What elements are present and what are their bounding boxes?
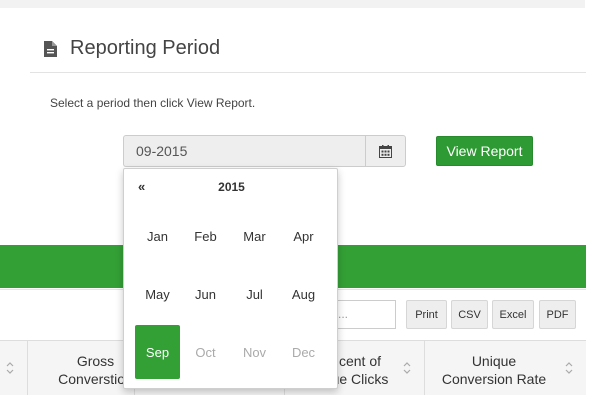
picker-year: 2015: [218, 180, 245, 194]
month-option-mar[interactable]: Mar: [232, 209, 277, 263]
sort-icon[interactable]: [403, 361, 411, 375]
table-column-header[interactable]: Unique Conversion Rate: [425, 341, 586, 395]
search-input[interactable]: ...: [330, 300, 396, 329]
month-option-dec: Dec: [291, 344, 316, 360]
print-button[interactable]: Print: [406, 300, 447, 329]
section-header: Reporting Period: [30, 30, 586, 73]
month-option-may[interactable]: May: [135, 267, 180, 321]
column-title-line: Unique: [471, 353, 517, 369]
pdf-button[interactable]: PDF: [539, 300, 576, 329]
calendar-button[interactable]: [365, 135, 406, 167]
month-option-apr[interactable]: Apr: [281, 209, 326, 263]
month-option-aug[interactable]: Aug: [281, 267, 326, 321]
document-icon: [44, 41, 57, 57]
page-title: Reporting Period: [70, 37, 221, 59]
sort-icon[interactable]: [565, 361, 573, 375]
month-option-oct: Oct: [195, 344, 216, 360]
top-strip: [0, 0, 609, 8]
view-report-button[interactable]: View Report: [436, 136, 533, 166]
month-option-jan[interactable]: Jan: [135, 209, 180, 263]
calendar-icon: [379, 145, 392, 158]
month-option-sep[interactable]: Sep: [135, 325, 180, 379]
excel-button[interactable]: Excel: [492, 300, 534, 329]
period-input[interactable]: 09-2015: [123, 135, 366, 167]
month-picker-dropdown: 2015 « Jan Feb Mar Apr May Jun Jul Aug Sep Oct Nov…: [123, 168, 338, 389]
column-title-line: Conversion Rate: [441, 371, 547, 387]
prev-year-button[interactable]: «: [138, 179, 145, 194]
table-column-header[interactable]: Gross Converstion: [28, 341, 135, 395]
month-option-jul[interactable]: Jul: [232, 267, 277, 321]
month-option-nov: Nov: [242, 344, 267, 360]
month-option-feb[interactable]: Feb: [183, 209, 228, 263]
month-option-jun[interactable]: Jun: [183, 267, 228, 321]
instruction-text: Select a period then click View Report.: [50, 96, 256, 110]
sort-icon[interactable]: [6, 361, 14, 375]
table-column-header[interactable]: [0, 341, 28, 395]
csv-button[interactable]: CSV: [451, 300, 488, 329]
